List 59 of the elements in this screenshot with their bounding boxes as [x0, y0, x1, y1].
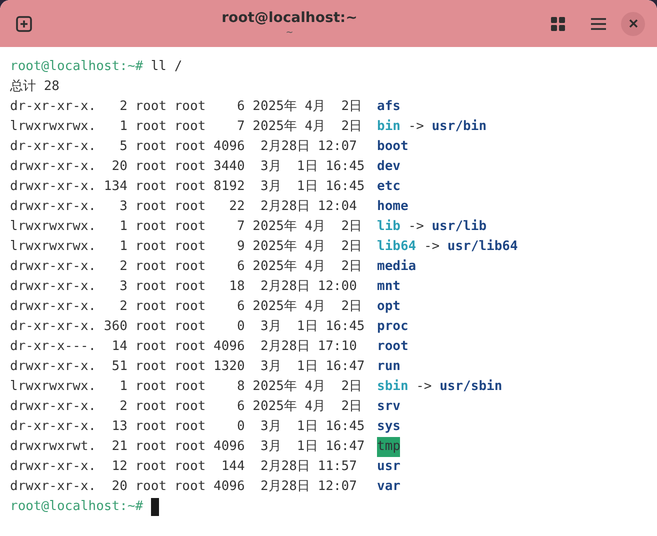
file-name: afs [377, 98, 400, 116]
file-info: dr-xr-xr-x. 2 root root 6 2025年 4月 2日 [10, 98, 364, 116]
file-info: drwxr-xr-x. 12 root root 144 2月28日 11:57 [10, 458, 358, 476]
file-name: sys [377, 418, 400, 436]
file-info: drwxr-xr-x. 20 root root 4096 2月28日 12:07 [10, 478, 358, 496]
command-text: ll / [150, 58, 182, 76]
file-name: lib64 [377, 238, 416, 256]
file-name: srv [377, 398, 400, 416]
window-subtitle: ~ [286, 26, 294, 38]
file-info: drwxr-xr-x. 134 root root 8192 3月 1日 16:45 [10, 178, 366, 196]
file-info: drwxr-xr-x. 3 root root 18 2月28日 12:00 [10, 278, 358, 296]
link-target: usr/lib64 [447, 238, 518, 256]
link-arrow: -> [408, 118, 424, 136]
file-name: sbin [377, 378, 408, 396]
new-tab-icon [16, 16, 32, 32]
grid-icon [551, 16, 565, 30]
file-name: lib [377, 218, 400, 236]
file-name: bin [377, 118, 400, 136]
close-button[interactable] [621, 12, 645, 36]
file-name: run [377, 358, 400, 376]
file-name: home [377, 198, 408, 216]
file-name: var [377, 478, 400, 496]
file-info: drwxr-xr-x. 2 root root 6 2025年 4月 2日 [10, 258, 364, 276]
close-icon [628, 19, 638, 28]
window-title: root@localhost:~ [222, 8, 358, 26]
file-info: drwxr-xr-x. 51 root root 1320 3月 1日 16:47 [10, 358, 366, 376]
file-info: drwxr-xr-x. 2 root root 6 2025年 4月 2日 [10, 398, 364, 416]
shell-prompt: root@localhost:~# [10, 58, 144, 76]
file-name: root [377, 338, 408, 356]
file-info: lrwxrwxrwx. 1 root root 7 2025年 4月 2日 [10, 118, 364, 136]
file-name: mnt [377, 278, 400, 296]
file-name: tmp [377, 437, 400, 457]
file-info: drwxr-xr-x. 20 root root 3440 3月 1日 16:45 [10, 158, 366, 176]
file-name: media [377, 258, 416, 276]
file-name: opt [377, 298, 400, 316]
file-info: dr-xr-x---. 14 root root 4096 2月28日 17:10 [10, 338, 358, 356]
file-name: boot [377, 138, 408, 156]
file-info: dr-xr-xr-x. 360 root root 0 3月 1日 16:45 [10, 318, 366, 336]
shell-prompt: root@localhost:~# [10, 498, 144, 516]
file-info: lrwxrwxrwx. 1 root root 7 2025年 4月 2日 [10, 218, 364, 236]
link-target: usr/bin [432, 118, 487, 136]
output-text: 总计 28 [10, 78, 60, 96]
file-info: drwxrwxrwt. 21 root root 4096 3月 1日 16:47 [10, 438, 366, 456]
file-info: dr-xr-xr-x. 5 root root 4096 2月28日 12:07 [10, 138, 358, 156]
file-name: proc [377, 318, 408, 336]
link-target: usr/sbin [440, 378, 502, 396]
link-target: usr/lib [432, 218, 487, 236]
file-info: drwxr-xr-x. 2 root root 6 2025年 4月 2日 [10, 298, 364, 316]
file-name: dev [377, 158, 400, 176]
link-arrow: -> [408, 218, 424, 236]
link-arrow: -> [424, 238, 440, 256]
menu-icon [590, 18, 606, 30]
file-info: lrwxrwxrwx. 1 root root 9 2025年 4月 2日 [10, 238, 364, 256]
file-name: usr [377, 458, 400, 476]
file-info: dr-xr-xr-x. 13 root root 0 3月 1日 16:45 [10, 418, 366, 436]
file-info: lrwxrwxrwx. 1 root root 8 2025年 4月 2日 [10, 378, 364, 396]
link-arrow: -> [416, 378, 432, 396]
file-name: etc [377, 178, 400, 196]
file-info: drwxr-xr-x. 3 root root 22 2月28日 12:04 [10, 198, 358, 216]
